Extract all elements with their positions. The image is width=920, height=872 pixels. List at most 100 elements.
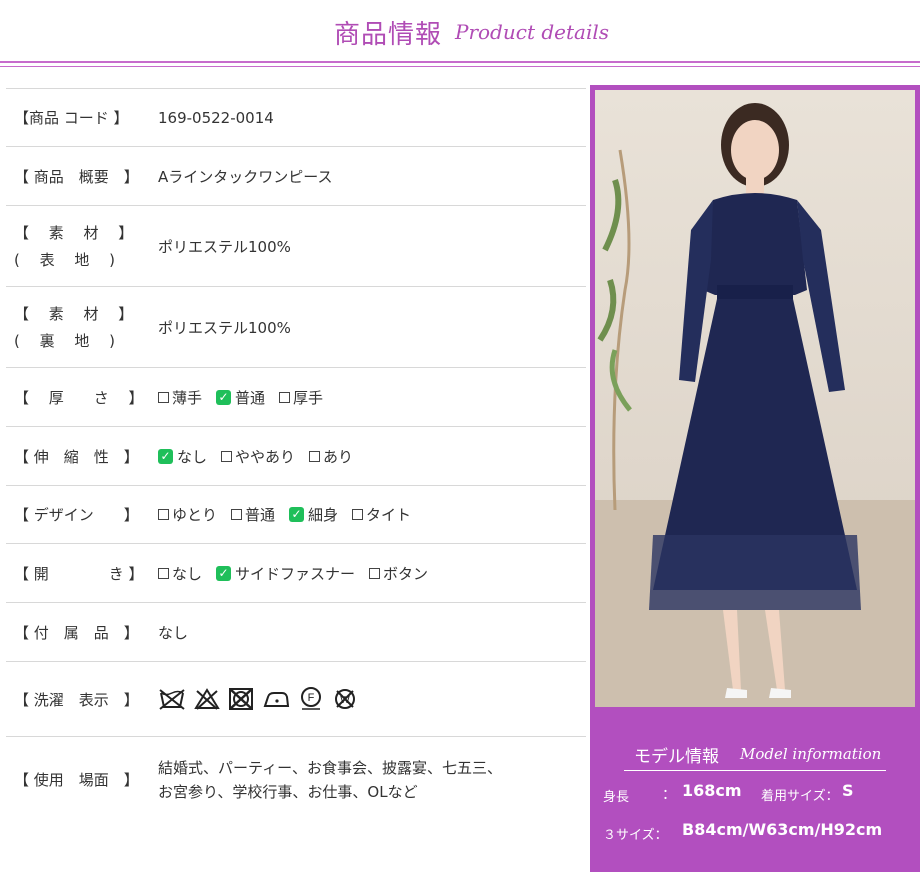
option-label: 普通	[235, 388, 266, 407]
option-none: なし	[158, 563, 202, 584]
spec-options: 薄手 ✓ 普通 厚手	[158, 368, 586, 426]
option-label: ややあり	[235, 447, 296, 466]
model-info-subtitle: Model information	[740, 745, 882, 763]
header-divider-thin	[0, 66, 920, 67]
spec-value: なし	[158, 623, 189, 642]
spec-value: F W	[158, 662, 586, 736]
no-bleach-icon	[194, 688, 220, 710]
no-wash-icon	[159, 689, 185, 710]
option-label: 細身	[308, 506, 339, 524]
spec-label: 【 デザイン 】	[14, 506, 139, 524]
checkbox-empty-icon	[231, 509, 243, 520]
spec-label: 【 付 属 品 】	[14, 623, 139, 642]
checkbox-empty-icon	[158, 509, 169, 520]
option-label: タイト	[366, 506, 412, 524]
three-size-label: ３サイズ：	[603, 828, 668, 843]
spec-row-overview: 【 商品 概要 】 Aラインタックワンピース	[6, 147, 586, 206]
option-label: 普通	[245, 506, 276, 524]
dry-clean-f-icon: F	[301, 687, 321, 710]
spec-row-laundry: 【 洗濯 表示 】 F W	[6, 662, 586, 737]
spec-row-accessories: 【 付 属 品 】 なし	[6, 603, 586, 662]
spec-options: ゆとり 普通 ✓ 細身 タイト	[158, 486, 586, 543]
checkbox-checked-icon: ✓	[289, 507, 305, 522]
spec-value: 169-0522-0014	[158, 108, 274, 127]
option-loose: ゆとり	[158, 504, 217, 525]
checkbox-checked-icon: ✓	[216, 389, 232, 405]
spec-label: 【 洗濯 表示 】	[14, 690, 139, 709]
model-photo	[595, 90, 915, 707]
header-divider	[0, 61, 920, 63]
spec-label: 【商品 コード 】	[14, 109, 129, 127]
checkbox-empty-icon	[221, 450, 233, 462]
spec-row-opening: 【 開 き 】 なし ✓ サイドファスナー ボタン	[6, 544, 586, 603]
no-wet-clean-icon: W	[335, 689, 355, 709]
option-label: ボタン	[383, 564, 429, 583]
spec-row-thickness: 【 厚 さ 】 薄手 ✓ 普通 厚手	[6, 368, 586, 427]
three-size-value: B84cm/W63cm/H92cm	[682, 820, 883, 839]
height-label: 身長	[603, 790, 630, 805]
checkbox-empty-icon	[158, 391, 169, 403]
iron-low-icon	[263, 692, 290, 707]
spec-label: 【 素 材 】 ( 裏 地 )	[14, 287, 154, 367]
checkbox-empty-icon	[369, 567, 381, 579]
option-normal: ✓ 普通	[216, 387, 265, 408]
spec-options: ✓ なし ややあり あり	[158, 427, 586, 485]
spec-label: 【 素 材 】 ( 表 地 )	[14, 206, 154, 286]
spec-label: 【 使用 場面 】	[14, 771, 139, 789]
svg-text:F: F	[308, 692, 315, 704]
option-tight: タイト	[352, 504, 411, 525]
checkbox-checked-icon: ✓	[216, 565, 232, 581]
option-thick: 厚手	[279, 387, 323, 408]
checkbox-empty-icon	[279, 391, 291, 403]
spec-label: 【 伸 縮 性 】	[14, 447, 139, 466]
spec-label: 【 厚 さ 】	[14, 388, 144, 407]
spec-value: 結婚式、パーティー、お食事会、披露宴、七五三、 お宮参り、学校行事、お仕事、OL…	[158, 737, 586, 822]
spec-row-design: 【 デザイン 】 ゆとり 普通 ✓ 細身 タイト	[6, 486, 586, 544]
spec-label-line2: ( 裏 地 )	[14, 332, 116, 350]
checkbox-empty-icon	[158, 567, 169, 579]
spec-label: 【 商品 概要 】	[14, 167, 139, 186]
option-label: あり	[323, 447, 354, 466]
model-photo-illustration	[595, 90, 915, 707]
option-regular: 普通	[231, 504, 275, 525]
model-info-divider	[624, 770, 886, 771]
size-value: S	[842, 781, 854, 800]
option-yes: あり	[309, 446, 353, 467]
option-button: ボタン	[369, 563, 428, 584]
option-label: 薄手	[172, 388, 203, 407]
checkbox-checked-icon: ✓	[158, 448, 173, 464]
checkbox-empty-icon	[352, 509, 364, 520]
spec-label-line1: 【 素 材 】	[14, 224, 134, 242]
spec-label: 【 開 き 】	[14, 564, 144, 583]
page-subtitle: Product details	[455, 20, 609, 44]
spec-row-usage: 【 使用 場面 】 結婚式、パーティー、お食事会、披露宴、七五三、 お宮参り、学…	[6, 737, 586, 822]
usage-line: お宮参り、学校行事、お仕事、OLなど	[158, 782, 418, 801]
option-label: なし	[172, 564, 203, 583]
laundry-icons: F W	[158, 686, 358, 712]
page-title: 商品情報	[334, 20, 443, 50]
option-thin: 薄手	[158, 387, 202, 408]
model-info-title: モデル情報	[634, 747, 719, 767]
spec-value: Aラインタックワンピース	[158, 167, 333, 186]
checkbox-empty-icon	[309, 450, 321, 462]
spec-row-material-lining: 【 素 材 】 ( 裏 地 ) ポリエステル100%	[6, 287, 586, 368]
spec-row-material-outer: 【 素 材 】 ( 表 地 ) ポリエステル100%	[6, 206, 586, 287]
spec-value: ポリエステル100%	[158, 237, 291, 256]
option-side-zipper: ✓ サイドファスナー	[216, 563, 355, 584]
spec-value: ポリエステル100%	[158, 318, 291, 337]
size-label: 着用サイズ：	[761, 789, 839, 804]
spec-table: 【商品 コード 】 169-0522-0014 【 商品 概要 】 Aラインタッ…	[6, 88, 586, 822]
option-label: 厚手	[293, 388, 324, 407]
spec-options: なし ✓ サイドファスナー ボタン	[158, 544, 586, 602]
no-tumble-dry-icon	[229, 688, 253, 710]
option-label: なし	[177, 447, 208, 466]
usage-line: 結婚式、パーティー、お食事会、披露宴、七五三、	[158, 758, 502, 777]
header: 商品情報 Product details	[0, 0, 920, 60]
spec-label-line1: 【 素 材 】	[14, 305, 134, 323]
spec-label-line2: ( 表 地 )	[14, 251, 116, 269]
height-value: 168cm	[682, 781, 742, 800]
option-none: ✓ なし	[158, 446, 207, 467]
option-slight: ややあり	[221, 446, 295, 467]
option-slim: ✓ 細身	[289, 504, 338, 525]
height-colon: ：	[662, 787, 676, 803]
